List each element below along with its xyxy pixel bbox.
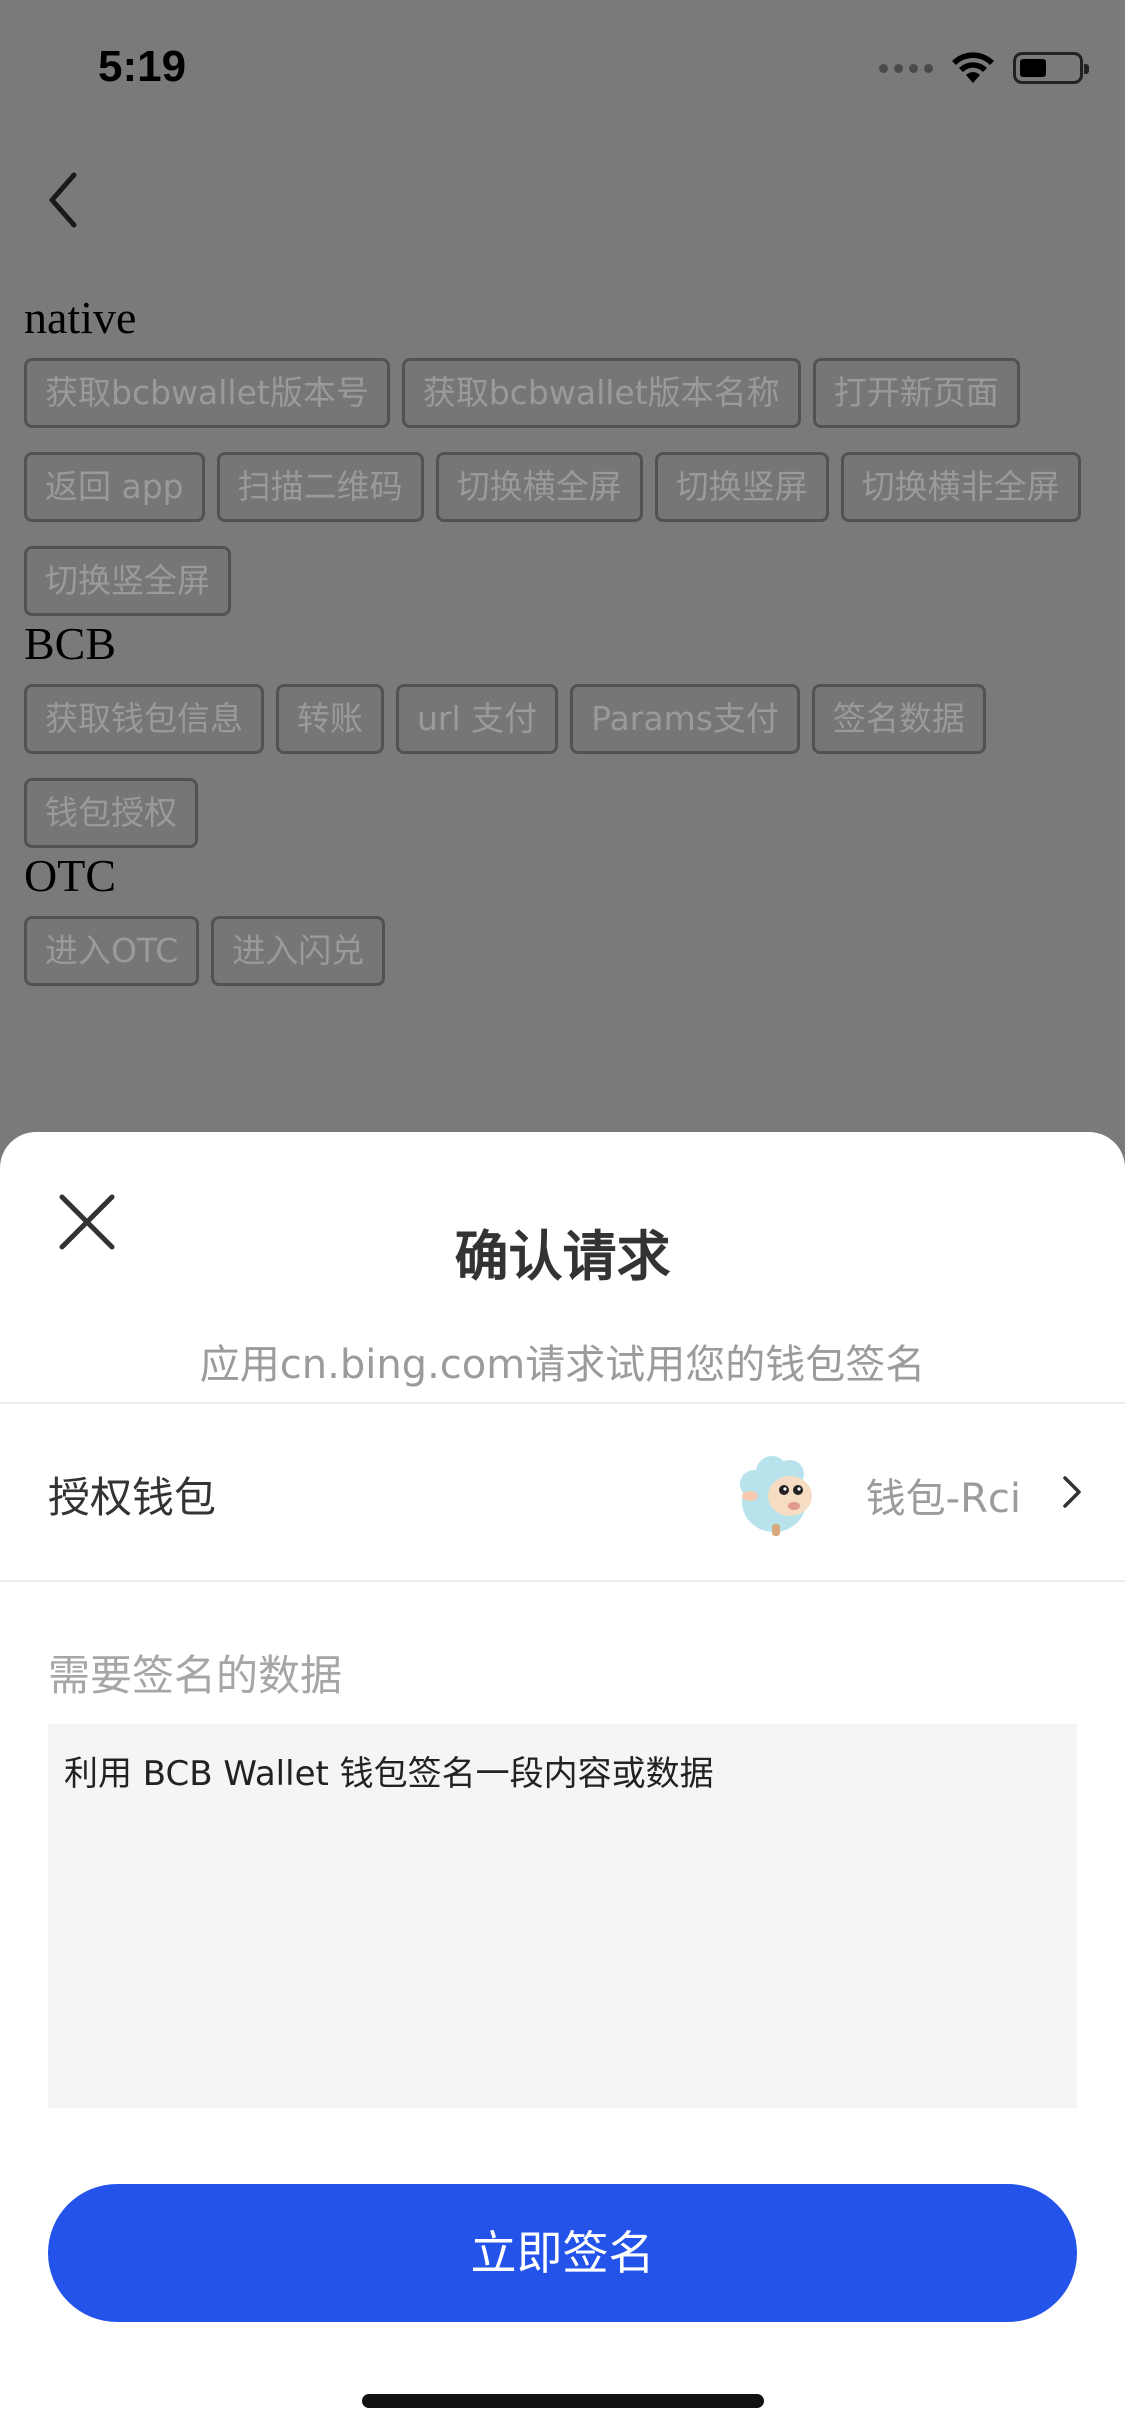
section-title: native — [24, 292, 137, 343]
section-title: OTC — [24, 850, 116, 901]
open-new-page-button[interactable]: 打开新页面 — [812, 358, 1020, 428]
battery-icon — [1013, 52, 1089, 84]
status-time: 5:19 — [98, 42, 187, 91]
status-bar: 5:19 — [0, 0, 1125, 140]
portrait-fullscreen-button[interactable]: 切换竖全屏 — [24, 546, 231, 616]
sign-now-button[interactable]: 立即签名 — [48, 2184, 1077, 2322]
wallet-avatar — [732, 1444, 828, 1540]
demo-page: native 获取bcbwallet版本号 获取bcbwallet版本名称 打开… — [24, 290, 1104, 986]
chevron-left-icon — [49, 172, 77, 228]
cellular-signal-icon — [879, 63, 933, 73]
section-title: BCB — [24, 618, 117, 669]
section-bcb: BCB 获取钱包信息 转账 url 支付 Params支付 签名数据 钱包授权 — [24, 616, 1104, 848]
wallet-name: 钱包-Rci — [865, 1476, 1021, 1522]
chevron-right-icon — [1063, 1476, 1081, 1508]
back-button[interactable] — [40, 165, 120, 235]
divider — [0, 1580, 1125, 1582]
transfer-button[interactable]: 转账 — [276, 684, 384, 754]
get-version-button[interactable]: 获取bcbwallet版本号 — [24, 358, 390, 428]
enter-otc-button[interactable]: 进入OTC — [24, 916, 200, 986]
landscape-fullscreen-button[interactable]: 切换横全屏 — [435, 452, 643, 522]
sign-data-label: 需要签名的数据 — [48, 1651, 343, 1700]
wallet-authorize-button[interactable]: 钱包授权 — [24, 778, 198, 848]
landscape-non-fullscreen-button[interactable]: 切换横非全屏 — [840, 452, 1081, 522]
url-pay-button[interactable]: url 支付 — [396, 684, 559, 754]
scan-qr-button[interactable]: 扫描二维码 — [216, 452, 424, 522]
wifi-icon — [951, 51, 995, 85]
get-wallet-info-button[interactable]: 获取钱包信息 — [24, 684, 264, 754]
sheet-title: 确认请求 — [454, 1225, 671, 1288]
sign-data-text: 利用 BCB Wallet 钱包签名一段内容或数据 — [64, 1754, 714, 1794]
get-version-name-button[interactable]: 获取bcbwallet版本名称 — [401, 358, 801, 428]
sign-data-button[interactable]: 签名数据 — [811, 684, 986, 754]
params-pay-button[interactable]: Params支付 — [570, 684, 800, 754]
section-native: native 获取bcbwallet版本号 获取bcbwallet版本名称 打开… — [24, 290, 1104, 616]
request-description: 应用cn.bing.com请求试用您的钱包签名 — [199, 1342, 926, 1388]
portrait-button[interactable]: 切换竖屏 — [654, 452, 829, 522]
home-indicator — [362, 2394, 764, 2408]
confirm-request-sheet: 确认请求 应用cn.bing.com请求试用您的钱包签名 授权钱包 钱包-Rci — [0, 1132, 1125, 2436]
wallet-label: 授权钱包 — [48, 1473, 217, 1522]
wallet-selector-row[interactable]: 授权钱包 钱包-Rci — [0, 1404, 1125, 1580]
status-indicators — [879, 48, 1089, 88]
section-otc: OTC 进入OTC 进入闪兑 — [24, 848, 1104, 986]
return-app-button[interactable]: 返回 app — [24, 452, 205, 522]
sign-data-box: 利用 BCB Wallet 钱包签名一段内容或数据 — [48, 1724, 1077, 2108]
enter-flash-exchange-button[interactable]: 进入闪兑 — [211, 916, 386, 986]
